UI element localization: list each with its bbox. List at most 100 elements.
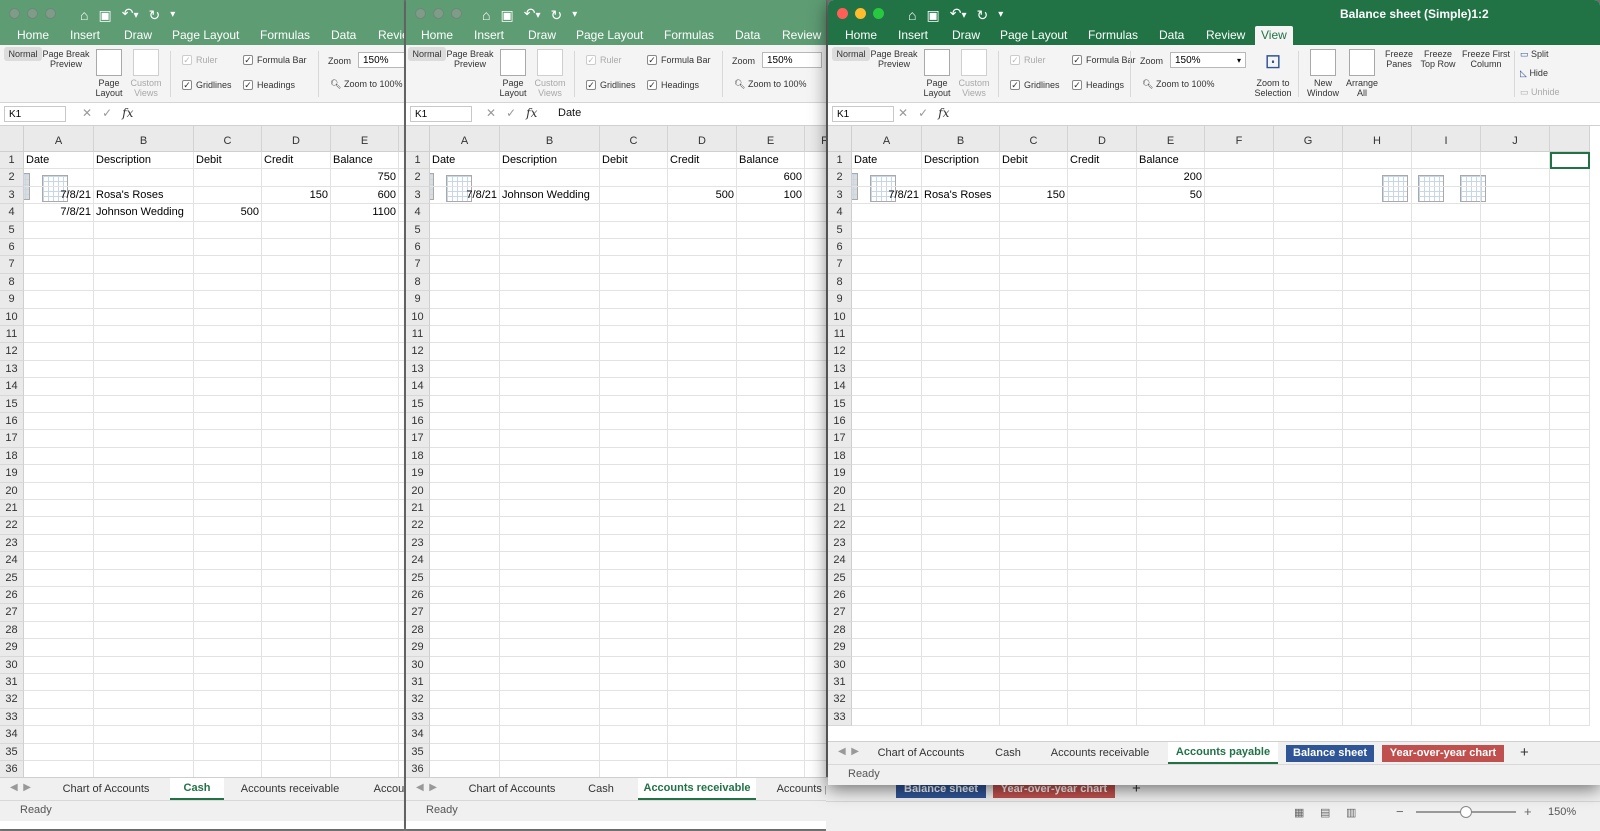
save-icon[interactable]: ▣: [926, 7, 939, 23]
freeze-panes-button[interactable]: Freeze Panes: [1382, 49, 1416, 202]
cell[interactable]: [1412, 534, 1481, 553]
cell[interactable]: [24, 343, 94, 361]
cell[interactable]: [500, 639, 600, 657]
cell[interactable]: [500, 552, 600, 570]
cell[interactable]: [262, 221, 331, 239]
cell[interactable]: [194, 326, 262, 344]
home-icon[interactable]: ⌂: [908, 7, 916, 23]
cell[interactable]: [1000, 517, 1068, 535]
undo-icon[interactable]: ↶▾: [524, 5, 541, 24]
cell[interactable]: [852, 656, 922, 674]
sheet-tab-accounts-payable[interactable]: Accounts payable: [1168, 742, 1278, 764]
cell[interactable]: [1068, 674, 1137, 692]
cell[interactable]: [24, 743, 94, 761]
cell[interactable]: [430, 656, 500, 674]
cell[interactable]: [600, 413, 668, 431]
cell[interactable]: [1205, 639, 1274, 657]
cell[interactable]: Balance: [737, 152, 805, 170]
cell[interactable]: [600, 447, 668, 466]
cell[interactable]: [500, 517, 600, 535]
row-header[interactable]: 12: [406, 343, 430, 361]
row-header[interactable]: 5: [406, 221, 430, 239]
cell[interactable]: [331, 465, 399, 483]
cell[interactable]: [1205, 326, 1274, 344]
cell[interactable]: [399, 622, 404, 640]
column-header[interactable]: A: [852, 126, 922, 152]
cell[interactable]: [1137, 430, 1205, 448]
cell[interactable]: [500, 413, 600, 431]
cell[interactable]: [331, 761, 399, 779]
cell[interactable]: [1412, 308, 1481, 326]
cell[interactable]: [922, 552, 1000, 570]
cell[interactable]: [1068, 273, 1137, 292]
cell[interactable]: [399, 413, 404, 431]
cell[interactable]: [1274, 708, 1343, 727]
cell[interactable]: [500, 291, 600, 309]
cell[interactable]: 50: [1137, 186, 1205, 205]
cell[interactable]: [668, 465, 737, 483]
cell[interactable]: [737, 256, 805, 274]
row-header[interactable]: 29: [828, 639, 852, 657]
cell[interactable]: [1274, 186, 1343, 205]
cell[interactable]: [737, 343, 805, 361]
cell[interactable]: [805, 691, 826, 709]
cell[interactable]: [331, 447, 399, 466]
cell[interactable]: [1068, 465, 1137, 483]
cell[interactable]: [852, 674, 922, 692]
cell[interactable]: [94, 465, 194, 483]
tab-data[interactable]: Data: [735, 27, 760, 45]
cell[interactable]: [922, 221, 1000, 239]
cell[interactable]: [1481, 308, 1550, 326]
row-header[interactable]: 13: [0, 360, 24, 379]
cell[interactable]: [94, 326, 194, 344]
cell[interactable]: [399, 430, 404, 448]
cell[interactable]: [430, 239, 500, 257]
cell[interactable]: [331, 604, 399, 622]
row-header[interactable]: 19: [406, 465, 430, 483]
cell[interactable]: [262, 413, 331, 431]
cell[interactable]: [737, 621, 805, 640]
cell[interactable]: [668, 691, 737, 709]
cell[interactable]: [1000, 656, 1068, 674]
row-header[interactable]: 23: [828, 534, 852, 553]
cell[interactable]: [922, 256, 1000, 274]
cell[interactable]: [1343, 656, 1412, 674]
cell[interactable]: [805, 361, 826, 379]
cell[interactable]: [1068, 656, 1137, 674]
page-layout-status-icon[interactable]: ▤: [1320, 806, 1330, 819]
cell[interactable]: [1481, 186, 1550, 205]
cell[interactable]: [805, 726, 826, 744]
row-header[interactable]: 16: [828, 413, 852, 431]
cell[interactable]: Credit: [668, 152, 737, 170]
cell[interactable]: [1274, 395, 1343, 413]
row-header[interactable]: 13: [828, 360, 852, 379]
cell[interactable]: [737, 674, 805, 692]
column-header[interactable]: G: [1274, 126, 1343, 152]
cell[interactable]: [737, 517, 805, 535]
cell[interactable]: [1068, 482, 1137, 500]
cell[interactable]: [668, 169, 737, 187]
cell[interactable]: [1481, 291, 1550, 309]
cell[interactable]: [94, 378, 194, 396]
cell[interactable]: [1550, 604, 1590, 622]
cell[interactable]: [1137, 552, 1205, 570]
cell[interactable]: [1481, 656, 1550, 674]
cell[interactable]: [852, 273, 922, 292]
cell[interactable]: [1343, 343, 1412, 361]
row-header[interactable]: 7: [406, 256, 430, 274]
tab-data[interactable]: Data: [331, 27, 356, 45]
row-header[interactable]: 32: [0, 691, 24, 709]
undo-icon[interactable]: ↶▾: [950, 5, 967, 24]
cell[interactable]: [1000, 291, 1068, 309]
cell[interactable]: [737, 326, 805, 344]
cell[interactable]: [1343, 256, 1412, 274]
cell[interactable]: [500, 169, 600, 187]
confirm-icon[interactable]: ✓: [102, 106, 112, 120]
row-header[interactable]: 11: [828, 326, 852, 344]
row-header[interactable]: 17: [406, 430, 430, 448]
cell[interactable]: [1481, 239, 1550, 257]
cell[interactable]: [24, 604, 94, 622]
row-header[interactable]: 34: [406, 726, 430, 744]
cell[interactable]: [24, 587, 94, 605]
cell[interactable]: [1137, 239, 1205, 257]
